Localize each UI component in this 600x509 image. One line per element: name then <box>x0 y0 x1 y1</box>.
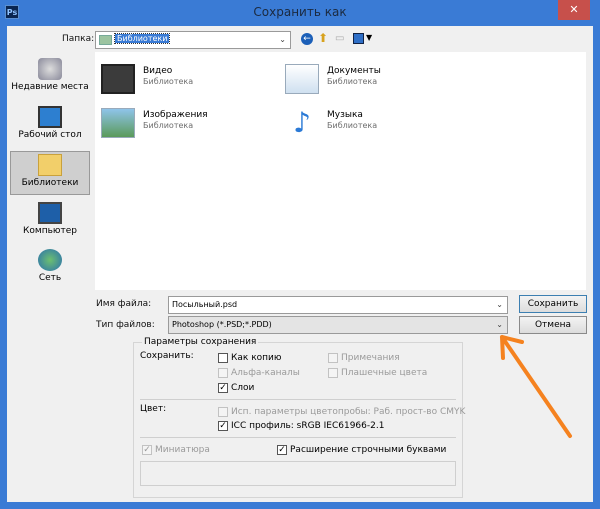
orange-arrow-annotation <box>500 335 572 438</box>
arrow-icon <box>500 335 572 438</box>
